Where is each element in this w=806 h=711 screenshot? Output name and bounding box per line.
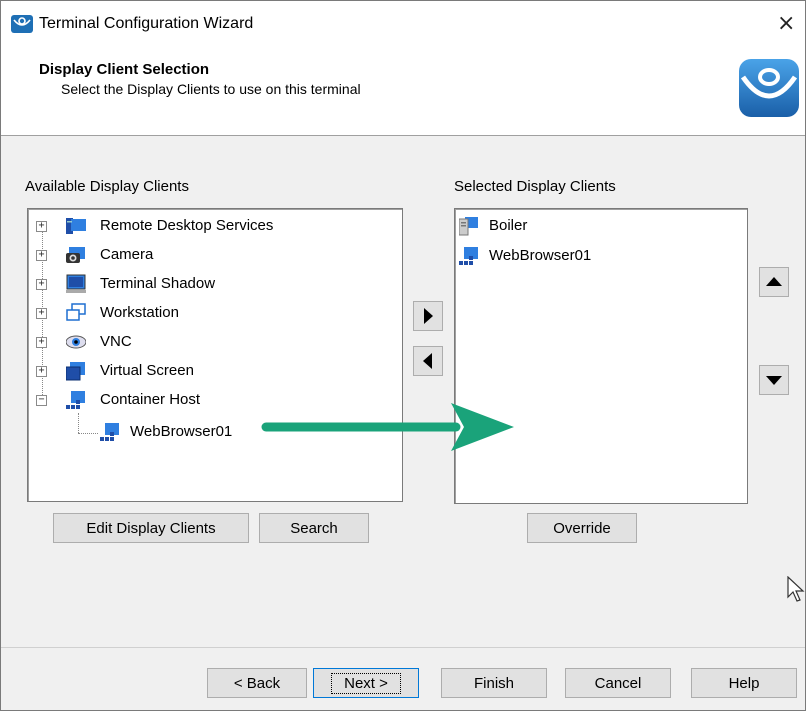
container-host-icon <box>100 423 119 441</box>
expand-icon[interactable]: + <box>36 337 47 348</box>
container-host-icon <box>459 247 478 265</box>
tree-item-label: VNC <box>100 333 132 350</box>
next-button-label: Next > <box>331 673 401 694</box>
wizard-header: Display Client Selection Select the Disp… <box>1 49 805 136</box>
tree-item-label: Remote Desktop Services <box>100 217 274 234</box>
tree-item-label: Virtual Screen <box>100 362 194 379</box>
expand-icon[interactable]: + <box>36 279 47 290</box>
search-button[interactable]: Search <box>259 513 369 543</box>
virtual-screen-icon <box>66 362 85 381</box>
footer-divider <box>1 647 805 648</box>
expand-icon[interactable]: + <box>36 221 47 232</box>
app-logo-icon <box>11 15 33 33</box>
arrow-right-icon <box>424 308 433 324</box>
finish-button[interactable]: Finish <box>441 668 547 698</box>
tree-item-label: Workstation <box>100 304 179 321</box>
cancel-button[interactable]: Cancel <box>565 668 671 698</box>
workstation-icon <box>66 303 86 321</box>
available-clients-tree[interactable]: + Remote Desktop Services + Camera + Ter… <box>27 208 403 502</box>
arrow-down-icon <box>766 376 782 385</box>
expand-icon[interactable]: + <box>36 250 47 261</box>
expand-icon[interactable]: + <box>36 308 47 319</box>
title-bar: Terminal Configuration Wizard × <box>1 1 805 49</box>
back-button[interactable]: < Back <box>207 668 307 698</box>
window-title: Terminal Configuration Wizard <box>39 15 254 32</box>
expand-icon[interactable]: + <box>36 366 47 377</box>
add-to-selected-button[interactable] <box>413 301 443 331</box>
wizard-window: Terminal Configuration Wizard × Display … <box>0 0 806 711</box>
selected-clients-list[interactable]: Boiler WebBrowser01 <box>454 208 748 504</box>
thinmanager-logo-icon <box>739 59 799 117</box>
tree-item-label: WebBrowser01 <box>130 423 233 440</box>
override-button[interactable]: Override <box>527 513 637 543</box>
available-clients-label: Available Display Clients <box>25 178 189 195</box>
tree-item-label: Container Host <box>100 391 201 408</box>
selected-clients-label: Selected Display Clients <box>454 178 616 195</box>
collapse-icon[interactable]: − <box>36 395 47 406</box>
tree-item-label: Terminal Shadow <box>100 275 216 292</box>
container-host-icon <box>66 391 85 409</box>
server-icon <box>459 217 478 236</box>
edit-display-clients-button[interactable]: Edit Display Clients <box>53 513 249 543</box>
arrow-up-icon <box>766 277 782 286</box>
tree-item-label: Camera <box>100 246 154 263</box>
remote-desktop-icon <box>66 218 86 234</box>
close-icon[interactable]: × <box>777 11 795 36</box>
list-item-label: Boiler <box>489 217 528 234</box>
annotation-arrow-icon <box>261 403 514 451</box>
camera-icon <box>66 247 85 263</box>
next-button[interactable]: Next > <box>313 668 419 698</box>
help-button[interactable]: Help <box>691 668 797 698</box>
arrow-left-icon <box>423 353 432 369</box>
move-up-button[interactable] <box>759 267 789 297</box>
page-title: Display Client Selection <box>39 61 210 78</box>
page-subtitle: Select the Display Clients to use on thi… <box>61 81 361 97</box>
list-item-label: WebBrowser01 <box>489 247 592 264</box>
tree-connector <box>78 433 98 434</box>
vnc-eye-icon <box>66 335 86 349</box>
terminal-shadow-icon <box>66 274 86 293</box>
remove-from-selected-button[interactable] <box>413 346 443 376</box>
mouse-cursor-icon <box>787 576 805 602</box>
move-down-button[interactable] <box>759 365 789 395</box>
tree-connector <box>78 413 79 433</box>
